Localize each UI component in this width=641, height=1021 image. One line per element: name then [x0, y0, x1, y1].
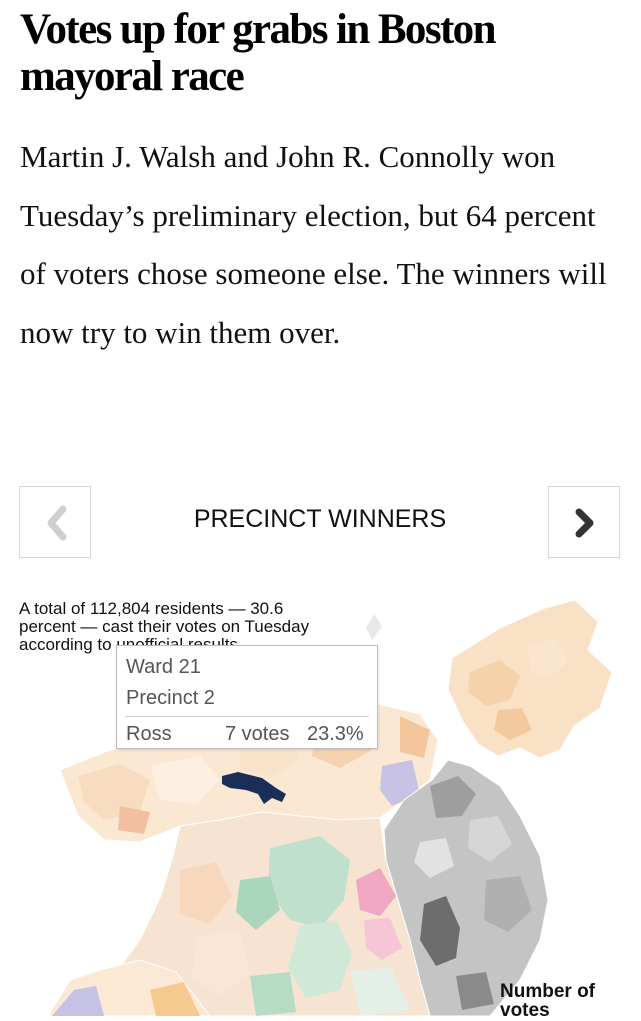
tooltip-votes: 7 votes — [225, 723, 290, 745]
previous-slide-button[interactable] — [19, 486, 91, 558]
article-headline: Votes up for grabs in Boston mayoral rac… — [20, 6, 497, 100]
tooltip-candidate: Ross — [126, 723, 172, 745]
slide-title: PRECINCT WINNERS — [193, 505, 447, 533]
precinct-tooltip: Ward 21 Precinct 2 Ross 7 votes 23.3% — [116, 645, 378, 749]
tooltip-divider — [125, 716, 369, 717]
tooltip-percent: 23.3% — [307, 723, 364, 745]
tooltip-ward: Ward 21 — [126, 656, 201, 678]
chevron-right-icon — [575, 508, 594, 538]
legend-title: Number of votes — [500, 981, 595, 1021]
chevron-left-icon — [47, 505, 67, 541]
tooltip-precinct: Precinct 2 — [126, 687, 215, 709]
article-dek: Martin J. Walsh and John R. Connolly won… — [20, 139, 607, 350]
next-slide-button[interactable] — [548, 486, 620, 558]
